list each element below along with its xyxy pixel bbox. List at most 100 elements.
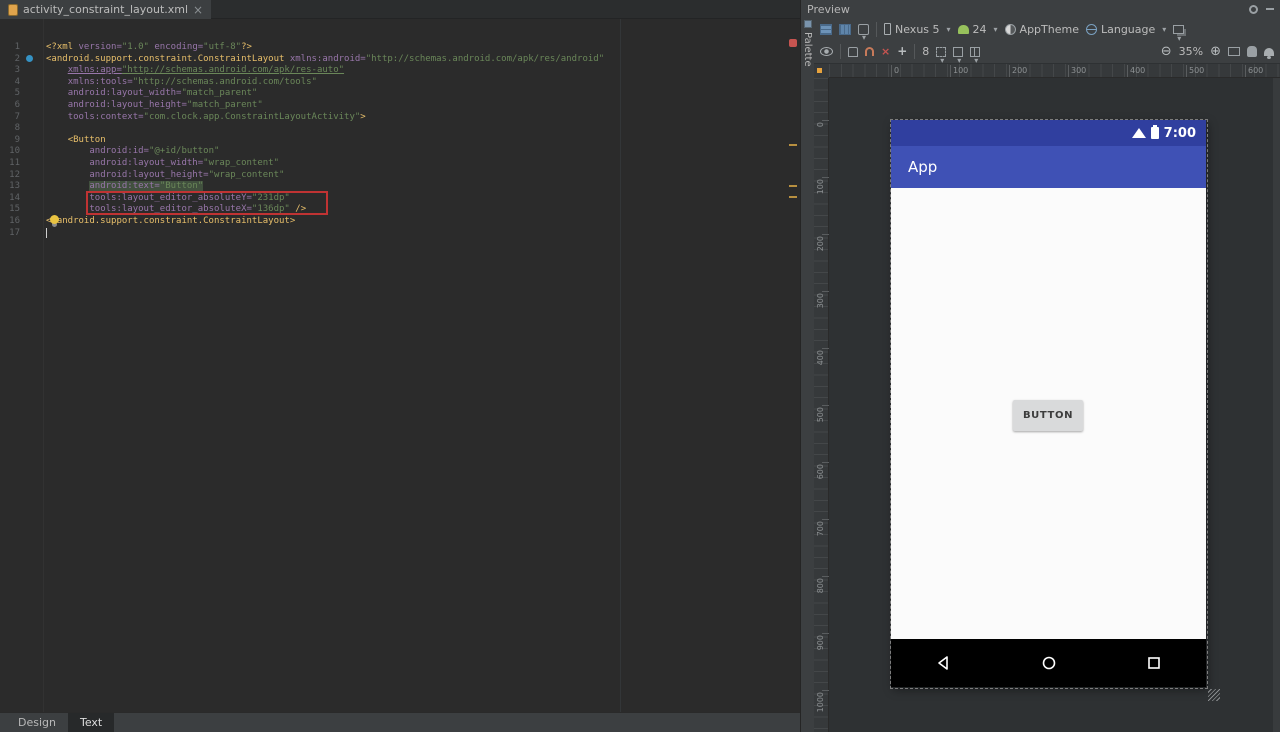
theme-selector[interactable]: AppTheme — [1004, 23, 1079, 36]
zoom-out-icon[interactable]: ⊖ — [1161, 45, 1172, 58]
v-ruler-label: 0 — [816, 122, 825, 128]
warning-stripe-mark[interactable] — [789, 144, 797, 146]
editor-mode-tabs: Design Text — [0, 712, 800, 732]
infer-constraints-icon[interactable]: + — [897, 45, 907, 57]
h-ruler-label: 400 — [1127, 65, 1145, 77]
v-ruler-label: 400 — [816, 350, 825, 366]
warning-stripe-mark[interactable] — [789, 196, 797, 198]
preview-title: Preview — [807, 2, 850, 16]
align-icon[interactable] — [953, 46, 964, 57]
pan-icon[interactable] — [1247, 46, 1257, 57]
device-preview[interactable]: 7:00 App BUTTON — [891, 120, 1206, 687]
device-content[interactable]: BUTTON — [891, 188, 1206, 639]
tab-design[interactable]: Design — [6, 713, 68, 732]
hide-panel-icon[interactable] — [1266, 8, 1274, 10]
line-number: 2 — [14, 53, 20, 64]
code-line[interactable]: <Button — [46, 135, 800, 147]
code-lines[interactable]: <?xml version="1.0" encoding="utf-8"?> <a… — [46, 19, 800, 239]
preview-button-widget[interactable]: BUTTON — [1013, 400, 1083, 431]
code-line[interactable]: android:layout_height="match_parent" — [46, 100, 800, 112]
code-line[interactable]: android:layout_height="wrap_content" — [46, 170, 800, 182]
zoom-in-icon[interactable]: ⊕ — [1210, 45, 1221, 58]
class-gutter-icon[interactable] — [26, 55, 33, 62]
language-selector[interactable]: Language — [1085, 23, 1166, 36]
line-number: 14 — [9, 192, 20, 203]
clear-constraints-icon[interactable]: × — [881, 46, 890, 57]
default-margin-value[interactable]: 8 — [922, 45, 929, 58]
toolbar-separator — [914, 44, 916, 59]
api-selector[interactable]: 24 — [957, 23, 998, 36]
v-ruler-tick — [822, 291, 829, 292]
line-number: 12 — [9, 169, 20, 180]
v-ruler-tick — [822, 234, 829, 235]
gear-icon[interactable] — [1249, 4, 1258, 14]
status-bar: 7:00 — [891, 120, 1206, 146]
intention-bulb-icon[interactable] — [50, 215, 59, 224]
home-icon[interactable] — [1041, 655, 1057, 671]
code-line[interactable]: xmlns:tools="http://schemas.android.com/… — [46, 77, 800, 89]
recents-icon[interactable] — [1146, 655, 1162, 671]
autoconnect-icon[interactable] — [848, 46, 858, 57]
v-ruler-label: 900 — [816, 635, 825, 651]
toolbar-separator — [876, 21, 877, 37]
code-line[interactable]: tools:layout_editor_absoluteX="136dp" /> — [46, 204, 800, 216]
line-number: 9 — [14, 134, 20, 145]
preview-canvas[interactable]: 0 100 200 300 400 500 600 0 100 200 300 400 500 600 7… — [814, 64, 1280, 732]
code-line[interactable]: android:layout_width="wrap_content" — [46, 158, 800, 170]
line-number: 4 — [14, 76, 20, 87]
code-line[interactable]: android:id="@+id/button" — [46, 146, 800, 158]
notifications-icon[interactable] — [1264, 47, 1274, 59]
h-ruler-label: 200 — [1009, 65, 1027, 77]
warning-stripe-mark[interactable] — [789, 185, 797, 187]
code-line[interactable] — [46, 227, 800, 240]
code-line[interactable]: <?xml version="1.0" encoding="utf-8"?> — [46, 42, 800, 54]
line-number: 13 — [9, 181, 20, 192]
guidelines-icon[interactable] — [936, 46, 947, 57]
code-line[interactable]: xmlns:app="http://schemas.android.com/ap… — [46, 65, 800, 77]
editor-pane: activity_constraint_layout.xml × 1234567… — [0, 0, 800, 732]
line-number: 10 — [9, 146, 20, 157]
code-line[interactable]: android:text="Button" — [46, 181, 800, 193]
v-ruler-label: 1000 — [816, 692, 825, 713]
magnet-icon[interactable] — [865, 47, 874, 56]
preview-actions-toolbar: × + 8 ⊖ 35% ⊕ — [814, 40, 1280, 64]
v-ruler-label: 500 — [816, 407, 825, 423]
line-number: 5 — [14, 88, 20, 99]
h-ruler-label: 600 — [1245, 65, 1263, 77]
back-icon[interactable] — [936, 655, 952, 671]
android-icon — [957, 24, 969, 34]
blueprint-surface-icon[interactable] — [839, 23, 851, 35]
code-line[interactable]: <android.support.constraint.ConstraintLa… — [46, 54, 800, 66]
design-surface-icon[interactable] — [820, 23, 832, 35]
pack-icon[interactable] — [970, 46, 981, 57]
device-selector[interactable]: Nexus 5 — [884, 23, 951, 36]
v-ruler-tick — [822, 576, 829, 577]
v-ruler-label: 200 — [816, 236, 825, 252]
error-stripe-badge[interactable] — [789, 39, 797, 47]
code-editor[interactable]: 1 2 3 4 5 6 7 8 9 10 11 12 13 14 15 16 17 <?xml version=… — [0, 19, 800, 712]
v-ruler-tick — [822, 462, 829, 463]
code-line[interactable]: </android.support.constraint.ConstraintL… — [46, 216, 800, 228]
tab-close-icon[interactable]: × — [193, 4, 203, 16]
h-ruler-label: 100 — [950, 65, 968, 77]
theme-icon — [1004, 23, 1016, 35]
code-line[interactable]: tools:context="com.clock.app.ConstraintL… — [46, 112, 800, 124]
preview-config-toolbar: Nexus 5 24 AppTheme Language — [814, 18, 1280, 40]
code-line[interactable]: tools:layout_editor_absoluteY="231dp" — [46, 193, 800, 205]
view-options-icon[interactable] — [820, 47, 833, 56]
line-number: 6 — [14, 99, 20, 110]
battery-icon — [1150, 125, 1159, 139]
layout-variants-icon[interactable] — [1173, 24, 1185, 34]
preview-scrollbar[interactable] — [1273, 78, 1280, 732]
resize-handle[interactable] — [1208, 689, 1220, 701]
tab-activity-constraint-layout-xml[interactable]: activity_constraint_layout.xml × — [0, 0, 212, 19]
code-line[interactable]: android:layout_width="match_parent" — [46, 88, 800, 100]
tab-text[interactable]: Text — [67, 713, 115, 732]
zoom-fit-icon[interactable] — [1228, 47, 1240, 56]
toolbar-separator — [840, 44, 841, 59]
code-line[interactable] — [46, 123, 800, 135]
v-ruler-label: 700 — [816, 521, 825, 537]
orientation-icon[interactable] — [858, 23, 869, 35]
palette-tab[interactable]: Palette — [801, 18, 814, 128]
v-ruler-tick — [822, 690, 829, 691]
